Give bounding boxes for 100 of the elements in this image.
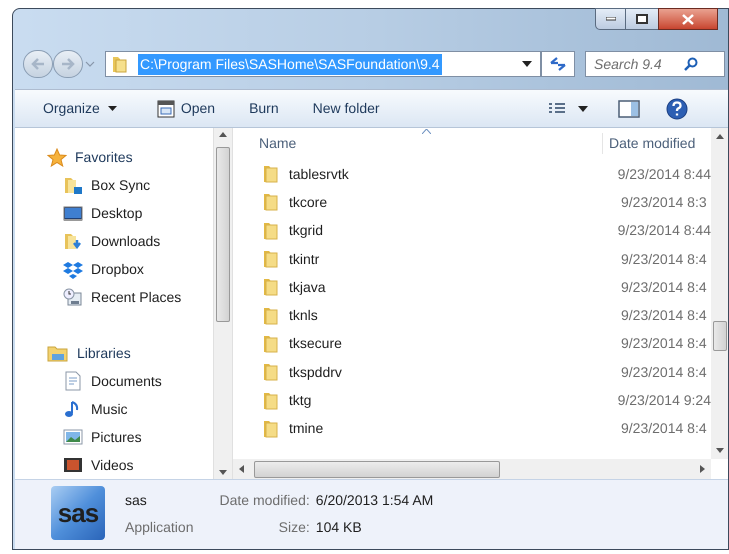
column-header[interactable]: Date modified <box>602 133 696 154</box>
nav-item[interactable]: Box Sync <box>47 172 213 200</box>
date-modified: 9/23/2014 8:4 <box>621 250 707 269</box>
scroll-up-icon <box>716 134 724 139</box>
date-modified: 9/23/2014 8:4 <box>621 419 707 438</box>
search-placeholder: Search 9.4 <box>594 54 662 74</box>
nav-item[interactable]: Pictures <box>47 423 213 452</box>
scroll-thumb[interactable] <box>254 460 500 478</box>
folder-icon <box>261 222 279 240</box>
nav-item[interactable]: Desktop <box>47 200 213 228</box>
window-icon <box>156 100 175 118</box>
scroll-thumb[interactable] <box>712 321 726 351</box>
dropdown-caret-icon[interactable] <box>522 61 532 67</box>
date-modified: 9/23/2014 9:24 <box>618 391 711 410</box>
file-name: sas <box>125 491 148 510</box>
file-type: Application <box>125 518 194 537</box>
date-modified: 9/23/2014 8:44 <box>618 221 711 240</box>
nav-item[interactable]: Recent Places <box>47 284 213 312</box>
scroll-up-icon <box>219 132 227 137</box>
date-modified: 9/23/2014 8:4 <box>621 362 707 382</box>
file-row[interactable]: tktg 9/23/2014 9:24 <box>233 386 711 415</box>
folder-icon <box>261 392 279 410</box>
nav-item[interactable]: Music <box>47 395 213 424</box>
folder-icon <box>261 306 279 325</box>
search-field[interactable]: Search 9.4 <box>585 51 725 77</box>
folder-icon <box>261 363 279 382</box>
file-row[interactable]: tkspddrv 9/23/2014 8:4 <box>233 358 711 386</box>
documents-icon <box>63 371 83 392</box>
toolbar-button[interactable]: New folder <box>306 94 386 122</box>
back-button[interactable] <box>23 50 53 78</box>
field-label: Date modified: <box>220 491 310 510</box>
field-label: Size: <box>278 518 310 537</box>
list-scrollbar[interactable] <box>711 128 728 459</box>
file-name: tmine <box>289 419 324 438</box>
refresh-button[interactable] <box>541 51 575 77</box>
nav-item[interactable]: Libraries <box>47 339 213 368</box>
folder-icon <box>261 250 279 268</box>
file-row[interactable]: tksecure 9/23/2014 8:4 <box>233 330 711 358</box>
file-row[interactable]: tkgrid 9/23/2014 8:44 <box>233 216 711 245</box>
file-name: tktg <box>288 391 312 410</box>
address-path: C:\Program Files\SASHome\SASFoundation\9.4 <box>138 54 442 74</box>
maximize-icon <box>636 14 648 24</box>
file-row[interactable]: tablesrvtk 9/23/2014 8:44 <box>233 160 711 188</box>
box-icon <box>63 176 83 196</box>
file-name: tkintr <box>289 250 320 269</box>
preview-pane-icon[interactable] <box>618 100 640 118</box>
file-name: tablesrvtk <box>288 164 350 184</box>
close-button[interactable] <box>658 8 718 30</box>
file-row[interactable]: tkcore 9/23/2014 8:3 <box>233 188 711 217</box>
file-name: tksecure <box>289 334 343 354</box>
toolbar-button[interactable]: Organize <box>37 94 123 122</box>
caret-icon <box>578 106 588 112</box>
nav-scrollbar[interactable] <box>213 128 233 479</box>
dropbox-icon <box>63 260 83 280</box>
nav-item[interactable]: Favorites <box>47 144 213 172</box>
forward-button[interactable] <box>53 50 83 78</box>
nav-item[interactable]: Dropbox <box>47 256 213 284</box>
file-row[interactable]: tkjava 9/23/2014 8:4 <box>233 273 711 302</box>
pictures-icon <box>63 427 83 448</box>
details-view-icon <box>548 102 566 116</box>
file-name: tkcore <box>289 192 328 212</box>
recent-icon <box>63 288 83 308</box>
nav-item[interactable]: Documents <box>47 367 213 396</box>
file-row[interactable]: tknls 9/23/2014 8:4 <box>233 301 711 330</box>
column-header[interactable]: Name <box>233 133 602 154</box>
folder-icon <box>261 193 279 212</box>
file-name: tknls <box>289 306 319 326</box>
date-modified: 9/23/2014 8:44 <box>618 164 711 184</box>
field-value: 6/20/2013 1:54 AM <box>316 491 434 510</box>
back-arrow-icon <box>31 58 45 70</box>
forward-arrow-icon <box>61 58 75 70</box>
search-icon <box>684 57 698 71</box>
folder-icon <box>261 165 279 184</box>
nav-item[interactable]: Videos <box>47 451 213 480</box>
help-icon[interactable] <box>666 98 688 120</box>
star-icon <box>47 148 67 168</box>
file-row[interactable]: tkintr 9/23/2014 8:4 <box>233 244 711 274</box>
scroll-down-icon <box>219 470 227 475</box>
date-modified: 9/23/2014 8:4 <box>621 334 707 354</box>
date-modified: 9/23/2014 8:4 <box>621 278 707 297</box>
minimize-icon <box>606 17 616 21</box>
close-icon <box>682 14 694 24</box>
downloads-icon <box>63 232 83 252</box>
caret-icon <box>108 106 117 111</box>
minimize-button[interactable] <box>595 8 626 30</box>
date-modified: 9/23/2014 8:3 <box>621 192 707 212</box>
folder-icon <box>110 55 128 73</box>
scroll-right-icon <box>700 465 705 473</box>
date-modified: 9/23/2014 8:4 <box>621 306 707 326</box>
history-caret-icon[interactable] <box>85 61 95 67</box>
maximize-button[interactable] <box>626 8 658 30</box>
toolbar-button[interactable]: Burn <box>243 94 285 122</box>
desktop-icon <box>63 204 83 224</box>
scroll-thumb[interactable] <box>216 147 230 322</box>
nav-item[interactable]: Downloads <box>47 228 213 256</box>
horizontal-scrollbar[interactable] <box>233 459 711 479</box>
toolbar-button[interactable]: Open <box>150 94 222 122</box>
folder-icon <box>261 278 279 296</box>
file-row[interactable]: tmine 9/23/2014 8:4 <box>233 414 711 443</box>
file-name: tkjava <box>289 278 327 297</box>
